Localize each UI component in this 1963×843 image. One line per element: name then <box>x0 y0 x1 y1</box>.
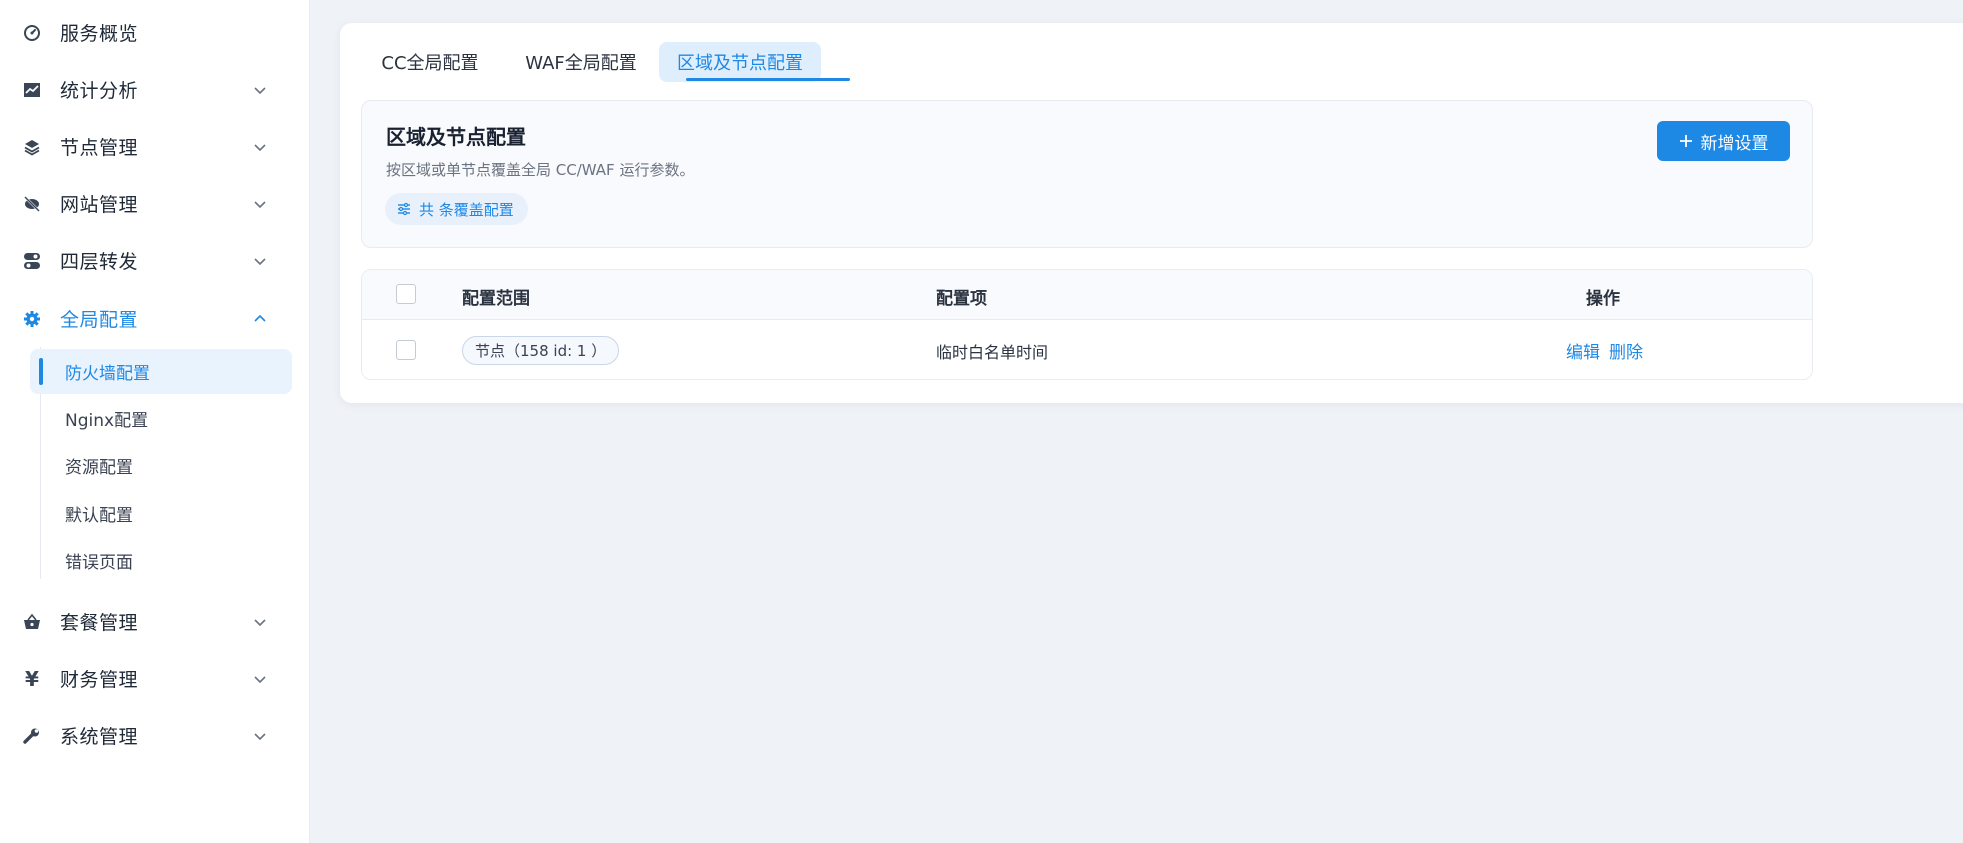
active-tab-indicator <box>686 78 850 81</box>
table-row: 节点（158 id: 1 ） 临时白名单时间 编辑 删除 <box>362 320 1812 379</box>
table-header: 配置范围 配置项 操作 <box>362 270 1812 320</box>
nav-item-packages[interactable]: 套餐管理 <box>0 593 310 650</box>
panel-description: 按区域或单节点覆盖全局 CC/WAF 运行参数。 <box>386 161 695 179</box>
main-card: CC全局配置 WAF全局配置 区域及节点配置 区域及节点配置 按区域或单节点覆盖… <box>340 23 1963 403</box>
nav-item-global-config[interactable]: 全局配置 <box>0 290 310 347</box>
tab-region-node[interactable]: 区域及节点配置 <box>659 42 821 82</box>
nav-item-statistics[interactable]: 统计分析 <box>0 61 310 118</box>
sidebar: 服务概览 统计分析 节点管理 网站管理 四层转发 全局配置 防火墙配置 Ngin… <box>0 0 310 843</box>
nav-item-system[interactable]: 系统管理 <box>0 707 310 764</box>
edit-link[interactable]: 编辑 <box>1566 338 1600 363</box>
override-count-label: 共 条覆盖配置 <box>419 200 514 219</box>
chevron-down-icon <box>254 257 266 265</box>
header-actions: 操作 <box>1586 289 1620 309</box>
nav-label: 全局配置 <box>60 309 139 331</box>
override-count-pill[interactable]: 共 条覆盖配置 <box>385 193 528 225</box>
yen-icon: ¥ <box>25 666 39 691</box>
scope-tag: 节点（158 id: 1 ） <box>462 336 620 365</box>
add-setting-label: 新增设置 <box>1700 133 1769 154</box>
chart-icon <box>22 80 42 100</box>
sub-item-label: 错误页面 <box>65 553 133 573</box>
chevron-down-icon <box>254 86 266 94</box>
chevron-down-icon <box>254 200 266 208</box>
globe-off-icon <box>22 194 42 214</box>
nav-label: 套餐管理 <box>60 612 139 634</box>
tab-label: 区域及节点配置 <box>677 53 803 74</box>
delete-link[interactable]: 删除 <box>1609 338 1643 363</box>
tab-cc-global[interactable]: CC全局配置 <box>364 42 496 82</box>
sub-item-label: 防火墙配置 <box>65 364 150 384</box>
panel-title: 区域及节点配置 <box>386 125 526 149</box>
wrench-icon <box>22 726 42 746</box>
layers-icon <box>22 137 42 157</box>
nav-label: 节点管理 <box>60 137 139 159</box>
nav-item-nodes[interactable]: 节点管理 <box>0 118 310 175</box>
nav-label: 网站管理 <box>60 194 139 216</box>
nav-label: 统计分析 <box>60 80 139 102</box>
chevron-down-icon <box>254 143 266 151</box>
sub-item-label: 默认配置 <box>65 506 133 526</box>
header-item: 配置项 <box>936 289 987 309</box>
nav-item-websites[interactable]: 网站管理 <box>0 175 310 232</box>
nav-label: 四层转发 <box>60 251 139 273</box>
config-table: 配置范围 配置项 操作 节点（158 id: 1 ） 临时白名单时间 编辑 删除 <box>361 269 1813 380</box>
nav-label: 服务概览 <box>60 23 139 45</box>
sub-item-resources[interactable]: 资源配置 <box>30 443 292 488</box>
sub-item-label: Nginx配置 <box>65 411 149 431</box>
sub-item-default[interactable]: 默认配置 <box>30 491 292 536</box>
nav-item-finance[interactable]: ¥ 财务管理 <box>0 650 310 707</box>
add-setting-button[interactable]: 新增设置 <box>1657 121 1790 161</box>
chevron-down-icon <box>254 675 266 683</box>
nav-item-l4-forward[interactable]: 四层转发 <box>0 232 310 289</box>
tab-label: WAF全局配置 <box>525 53 637 74</box>
basket-icon <box>22 612 42 632</box>
info-panel: 区域及节点配置 按区域或单节点覆盖全局 CC/WAF 运行参数。 共 条覆盖配置… <box>361 100 1813 248</box>
dashboard-icon <box>22 23 42 43</box>
nav-item-overview[interactable]: 服务概览 <box>0 4 310 61</box>
tab-waf-global[interactable]: WAF全局配置 <box>511 42 651 82</box>
header-scope: 配置范围 <box>462 289 530 309</box>
sub-item-firewall[interactable]: 防火墙配置 <box>30 349 292 394</box>
sub-item-error-pages[interactable]: 错误页面 <box>30 538 292 583</box>
chevron-down-icon <box>254 618 266 626</box>
chevron-up-icon <box>254 314 266 322</box>
nav-label: 系统管理 <box>60 726 139 748</box>
sub-item-nginx[interactable]: Nginx配置 <box>30 396 292 441</box>
config-item-cell: 临时白名单时间 <box>936 343 1049 362</box>
sliders-icon <box>398 202 410 216</box>
nav-label: 财务管理 <box>60 669 139 691</box>
sub-item-label: 资源配置 <box>65 458 133 478</box>
plus-icon <box>1679 135 1692 147</box>
tab-label: CC全局配置 <box>381 53 479 74</box>
chevron-down-icon <box>254 732 266 740</box>
gear-icon <box>22 309 42 329</box>
select-all-checkbox[interactable] <box>396 284 416 304</box>
toggle-icon <box>22 251 42 271</box>
row-checkbox[interactable] <box>396 340 416 360</box>
